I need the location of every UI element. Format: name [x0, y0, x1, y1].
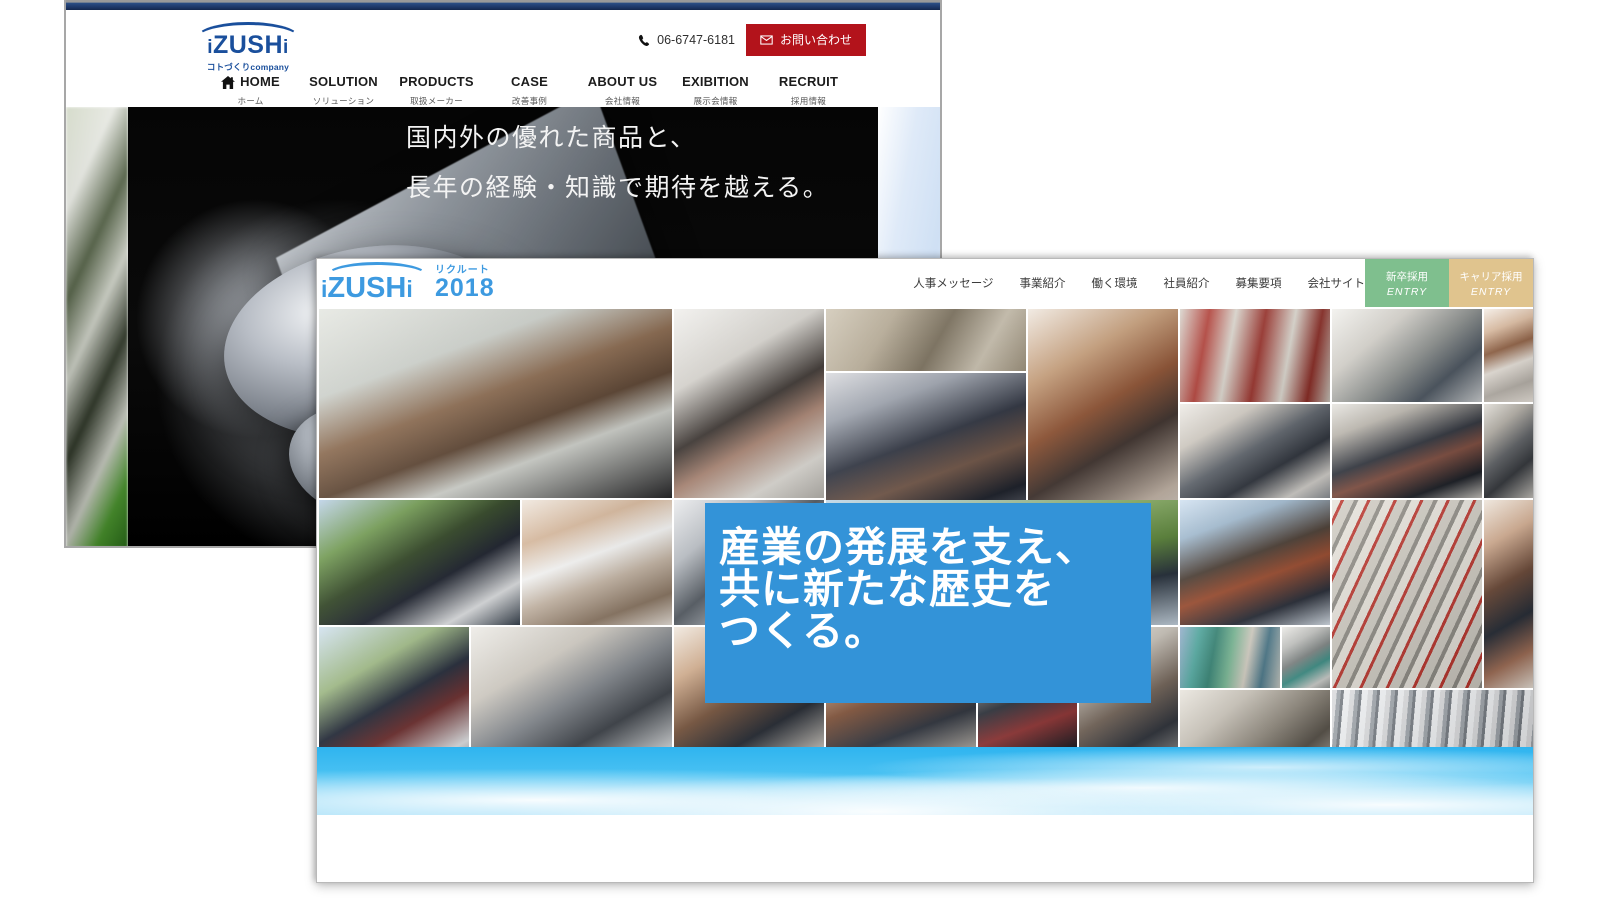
new-graduate-entry-button[interactable]: 新卒採用 ENTRY [1365, 259, 1449, 307]
phone-number: 06-6747-6181 [657, 33, 735, 47]
nav-jp-label: 採用情報 [790, 96, 827, 106]
collage-photo [1484, 499, 1533, 688]
phone-block[interactable]: 06-6747-6181 [638, 33, 735, 47]
photo-collage: 産業の発展を支え、 共に新たな歴史を つくる。 [317, 307, 1533, 815]
nav-en: ABOUT US [587, 74, 658, 89]
collage-photo [521, 499, 672, 625]
izushi-recruit-logo[interactable]: iZUSHi リクルート 2018 [321, 261, 495, 304]
nav-item-hr-message[interactable]: 人事メッセージ [913, 275, 993, 291]
phone-icon [638, 34, 651, 47]
career-entry-button[interactable]: キャリア採用 ENTRY [1449, 259, 1533, 307]
nav-item-exibition[interactable]: EXIBITION 展示会情報 [669, 74, 762, 107]
collage-photo [1180, 626, 1280, 688]
nav-item-employees[interactable]: 社員紹介 [1164, 275, 1210, 291]
site-header: iZUSHi コトづくりcompany 06-6747-6181 お問い合わせ … [66, 10, 940, 107]
headline-line-3: つくる。 [719, 607, 887, 654]
headline-line-2: 共に新たな歴史を [719, 565, 1055, 612]
nav-en-label: HOME [240, 74, 280, 89]
recruit-navigation[interactable]: 人事メッセージ 事業紹介 働く環境 社員紹介 募集要項 会社サイト [913, 259, 1365, 307]
contact-button[interactable]: お問い合わせ [745, 24, 866, 56]
hero-text: 国内外の優れた商品と、 長年の経験・知識で期待を越える。 [406, 125, 856, 202]
nav-item-case[interactable]: CASE 改善事例 [483, 74, 576, 107]
recruit-headline: 産業の発展を支え、 共に新たな歴史を つくる。 [705, 503, 1151, 703]
nav-en: PRODUCTS [399, 74, 474, 89]
home-icon [221, 75, 236, 89]
contact-button-label: お問い合わせ [779, 33, 852, 47]
entry-sub: ENTRY [1470, 285, 1512, 298]
collage-photo [1281, 626, 1331, 688]
collage-photo [319, 309, 672, 498]
window1-titlebar[interactable] [66, 0, 940, 10]
mail-icon [760, 35, 773, 45]
nav-jp-label: 改善事例 [511, 96, 548, 106]
nav-item-solution[interactable]: SOLUTION ソリューション [297, 74, 390, 107]
nav-jp-label: 会社情報 [604, 96, 641, 106]
hero-line-1: 国内外の優れた商品と、 [406, 124, 697, 152]
nav-jp-label: ホーム [237, 96, 264, 106]
collage-photo [1484, 404, 1533, 498]
nav-en: HOME [204, 74, 297, 90]
entry-title: 新卒採用 [1386, 270, 1428, 283]
sky-footer-band [317, 747, 1533, 815]
collage-photo [319, 499, 520, 625]
nav-item-company-site[interactable]: 会社サイト [1308, 275, 1366, 291]
nav-jp-label: 展示会情報 [693, 96, 738, 106]
nav-item-about-us[interactable]: ABOUT US 会社情報 [576, 74, 669, 107]
main-navigation[interactable]: HOME ホーム SOLUTION ソリューション PRODUCTS 取扱メーカ… [66, 74, 940, 107]
recruit-site-header: iZUSHi リクルート 2018 人事メッセージ 事業紹介 働く環境 社員紹介… [317, 259, 1533, 307]
logo-wordmark: iZUSHi [207, 31, 289, 59]
recruit-logo-wordmark: iZUSHi [321, 272, 413, 304]
nav-item-recruit[interactable]: RECRUIT 採用情報 [762, 74, 855, 107]
recruit-logo-mark: iZUSHi [321, 262, 427, 304]
izushi-logo[interactable]: iZUSHi コトづくりcompany [192, 22, 304, 73]
recruit-year-label: 2018 [435, 274, 495, 302]
nav-jp-label: 取扱メーカー [410, 96, 463, 106]
header-contact: 06-6747-6181 お問い合わせ [638, 24, 866, 56]
collage-photo [1332, 404, 1483, 498]
nav-item-workplace[interactable]: 働く環境 [1092, 275, 1138, 291]
collage-photo [1180, 499, 1331, 625]
nav-item-products[interactable]: PRODUCTS 取扱メーカー [390, 74, 483, 107]
entry-title: キャリア採用 [1459, 270, 1523, 283]
nav-item-business[interactable]: 事業紹介 [1020, 275, 1066, 291]
collage-photo [1180, 309, 1331, 403]
nav-item-requirements[interactable]: 募集要項 [1236, 275, 1282, 291]
hero-line-2: 長年の経験・知識で期待を越える。 [406, 174, 830, 203]
entry-sub: ENTRY [1386, 285, 1428, 298]
nav-jp-label: ソリューション [312, 96, 375, 106]
nav-en: RECRUIT [778, 74, 839, 89]
logo-tagline: コトづくりcompany [206, 62, 290, 72]
entry-buttons: 新卒採用 ENTRY キャリア採用 ENTRY [1365, 259, 1533, 307]
headline-line-1: 産業の発展を支え、 [719, 524, 1097, 570]
nav-en: EXIBITION [682, 74, 749, 89]
nav-en: CASE [511, 74, 548, 89]
screenshot-stage: iZUSHi コトづくりcompany 06-6747-6181 お問い合わせ … [0, 0, 1600, 900]
nav-item-home[interactable]: HOME ホーム [204, 74, 297, 107]
collage-photo [1332, 499, 1483, 688]
hero-left-photo-strip [66, 107, 128, 546]
collage-photo [673, 309, 824, 498]
recruit-logo-side: リクルート 2018 [435, 261, 495, 302]
collage-photo [1180, 404, 1331, 498]
browser-window-recruit[interactable]: iZUSHi リクルート 2018 人事メッセージ 事業紹介 働く環境 社員紹介… [316, 258, 1534, 883]
nav-en: SOLUTION [309, 74, 378, 89]
collage-photo [1484, 309, 1533, 403]
collage-photo [825, 309, 1027, 371]
collage-photo [1332, 309, 1483, 403]
collage-photo [1028, 309, 1179, 530]
